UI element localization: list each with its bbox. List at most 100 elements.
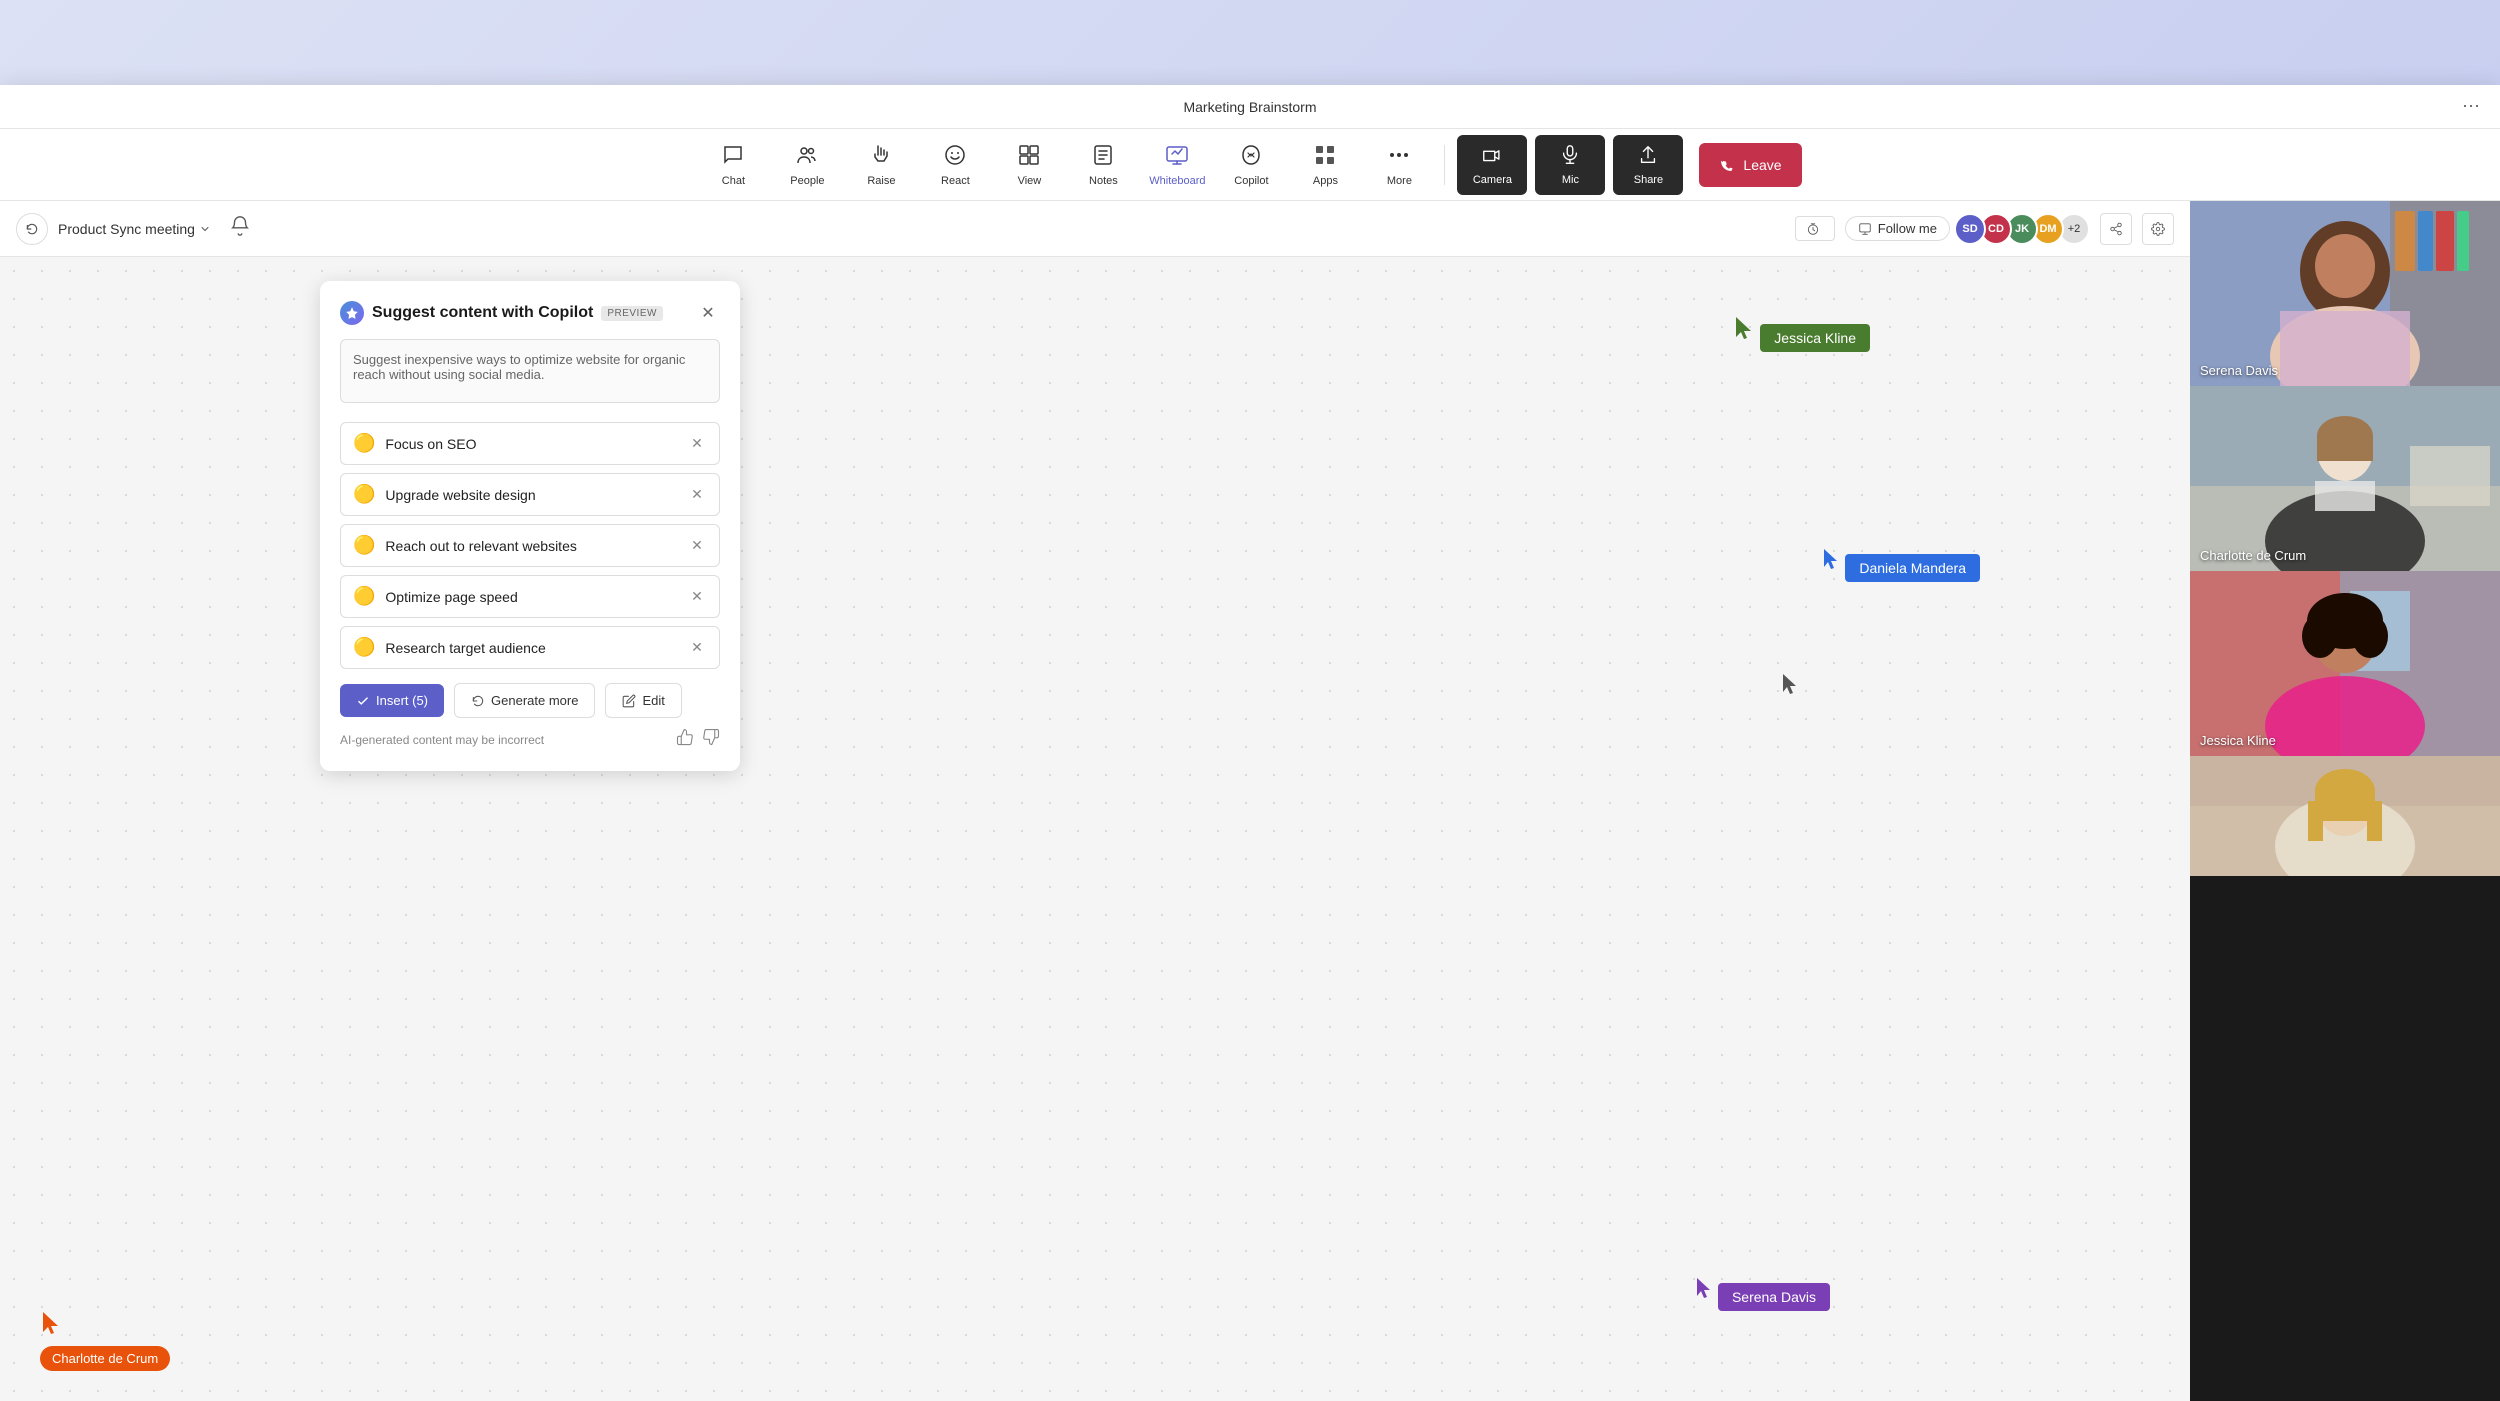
people-label: People	[790, 175, 824, 187]
wb-meeting-name[interactable]: Product Sync meeting	[58, 221, 211, 237]
toolbar-item-copilot[interactable]: Copilot	[1216, 135, 1286, 195]
video-charlotte: Charlotte de Crum	[2190, 386, 2500, 571]
whiteboard-area: 22:06 Product Sync meeting	[0, 201, 2190, 1401]
video-name-serena: Serena Davis	[2200, 363, 2278, 378]
toolbar-item-view[interactable]: View	[994, 135, 1064, 195]
whiteboard-label: Whiteboard	[1149, 175, 1205, 187]
thumbs-up-icon	[676, 728, 694, 746]
bell-icon	[229, 215, 251, 237]
suggest-item-focus-seo[interactable]: 🟡 Focus on SEO ✕	[340, 422, 720, 465]
suggest-item-icon-4: 🟡	[353, 586, 375, 607]
toolbar-item-raise[interactable]: Raise	[846, 135, 916, 195]
video-tile-last	[2190, 756, 2500, 876]
notes-label: Notes	[1089, 175, 1118, 187]
suggest-disclaimer: AI-generated content may be incorrect	[340, 733, 544, 747]
pencil-icon	[622, 694, 636, 708]
wb-back-button[interactable]	[16, 213, 48, 245]
suggest-header: Suggest content with Copilot PREVIEW ✕	[340, 301, 720, 325]
whiteboard-toolbar: Product Sync meeting	[0, 201, 2190, 257]
wb-share-button[interactable]	[2100, 213, 2132, 245]
video-name-charlotte: Charlotte de Crum	[2200, 548, 2306, 563]
camera-button[interactable]: Camera	[1457, 135, 1527, 195]
avatar-1: SD	[1954, 213, 1986, 245]
copilot-icon	[1239, 143, 1263, 173]
suggest-item-text-3: Reach out to relevant websites	[385, 538, 576, 554]
more-icon	[1387, 143, 1411, 173]
suggest-preview-badge: PREVIEW	[601, 306, 663, 321]
suggest-item-research-audience[interactable]: 🟡 Research target audience ✕	[340, 626, 720, 669]
share-button[interactable]: Share	[1613, 135, 1683, 195]
leave-button[interactable]: Leave	[1699, 143, 1801, 187]
leave-phone-icon	[1719, 157, 1735, 173]
suggest-item-icon-3: 🟡	[353, 535, 375, 556]
video-name-jessica: Jessica Kline	[2200, 733, 2276, 748]
toolbar-item-apps[interactable]: Apps	[1290, 135, 1360, 195]
suggest-item-upgrade-design[interactable]: 🟡 Upgrade website design ✕	[340, 473, 720, 516]
jessica-video-svg	[2190, 571, 2500, 756]
view-label: View	[1018, 175, 1042, 187]
wb-share-icon	[2109, 222, 2123, 236]
toolbar-item-whiteboard[interactable]: Whiteboard	[1142, 135, 1212, 195]
toolbar-item-react[interactable]: React	[920, 135, 990, 195]
wb-timer	[1795, 216, 1835, 242]
suggest-item-close-4[interactable]: ✕	[687, 587, 707, 607]
wb-follow-me-button[interactable]: Follow me	[1845, 216, 1950, 241]
camera-label: Camera	[1473, 174, 1512, 186]
video-tile-jessica: Jessica Kline	[2190, 571, 2500, 756]
camera-icon	[1481, 144, 1503, 172]
mic-icon	[1559, 144, 1581, 172]
daniela-arrow-icon	[1821, 547, 1841, 573]
copilot-suggest-icon	[340, 301, 364, 325]
mic-button[interactable]: Mic	[1535, 135, 1605, 195]
title-bar: Marketing Brainstorm ⋯	[0, 85, 2500, 129]
suggest-title: Suggest content with Copilot	[372, 304, 593, 322]
insert-button[interactable]: Insert (5)	[340, 684, 444, 717]
suggest-item-text-5: Research target audience	[385, 640, 545, 656]
toolbar-divider	[1444, 145, 1445, 185]
toolbar-item-notes[interactable]: Notes	[1068, 135, 1138, 195]
suggest-item-optimize-speed[interactable]: 🟡 Optimize page speed ✕	[340, 575, 720, 618]
title-bar-more-icon[interactable]: ⋯	[2462, 96, 2480, 117]
serena-davis-label: Serena Davis	[1718, 1283, 1830, 1311]
suggest-close-button[interactable]: ✕	[696, 301, 720, 325]
thumbs-up-button[interactable]	[676, 728, 694, 751]
edit-button[interactable]: Edit	[605, 683, 681, 718]
suggest-header-left: Suggest content with Copilot PREVIEW	[340, 301, 663, 325]
suggest-item-close-2[interactable]: ✕	[687, 485, 707, 505]
checkmark-icon	[356, 694, 370, 708]
chat-label: Chat	[722, 175, 745, 187]
suggest-item-close-1[interactable]: ✕	[687, 434, 707, 454]
toolbar-item-people[interactable]: People	[772, 135, 842, 195]
thumbs-down-button[interactable]	[702, 728, 720, 751]
raise-icon	[869, 143, 893, 173]
suggest-prompt-input[interactable]	[340, 339, 720, 403]
app-window: Marketing Brainstorm ⋯ Chat People	[0, 85, 2500, 1401]
wb-bell-button[interactable]	[229, 215, 251, 242]
generate-button[interactable]: Generate more	[454, 683, 595, 718]
jessica-arrow-icon	[1732, 315, 1756, 343]
suggest-footer: AI-generated content may be incorrect	[340, 728, 720, 751]
follow-me-icon	[1858, 222, 1872, 236]
video-last	[2190, 756, 2500, 876]
thumbs-down-icon	[702, 728, 720, 746]
window-title: Marketing Brainstorm	[1183, 99, 1316, 115]
people-icon	[795, 143, 819, 173]
video-sidebar: Serena Davis	[2190, 201, 2500, 1401]
wb-settings-button[interactable]	[2142, 213, 2174, 245]
toolbar-item-more[interactable]: More	[1364, 135, 1434, 195]
suggest-item-icon-1: 🟡	[353, 433, 375, 454]
suggest-panel: Suggest content with Copilot PREVIEW ✕ d…	[320, 281, 740, 771]
suggest-item-reach-websites[interactable]: 🟡 Reach out to relevant websites ✕	[340, 524, 720, 567]
toolbar-item-chat[interactable]: Chat	[698, 135, 768, 195]
react-icon	[943, 143, 967, 173]
video-tile-serena: Serena Davis	[2190, 201, 2500, 386]
chevron-down-icon	[199, 223, 211, 235]
suggest-item-close-3[interactable]: ✕	[687, 536, 707, 556]
unknown-cursor	[1780, 672, 1800, 703]
daniela-cursor: Daniela Mandera	[1821, 547, 1980, 582]
serena-video-svg	[2190, 201, 2500, 386]
charlotte-video-svg	[2190, 386, 2500, 571]
suggest-item-close-5[interactable]: ✕	[687, 638, 707, 658]
charlotte-cursor: Charlotte de Crum	[40, 1310, 170, 1371]
video-jessica: Jessica Kline	[2190, 571, 2500, 756]
